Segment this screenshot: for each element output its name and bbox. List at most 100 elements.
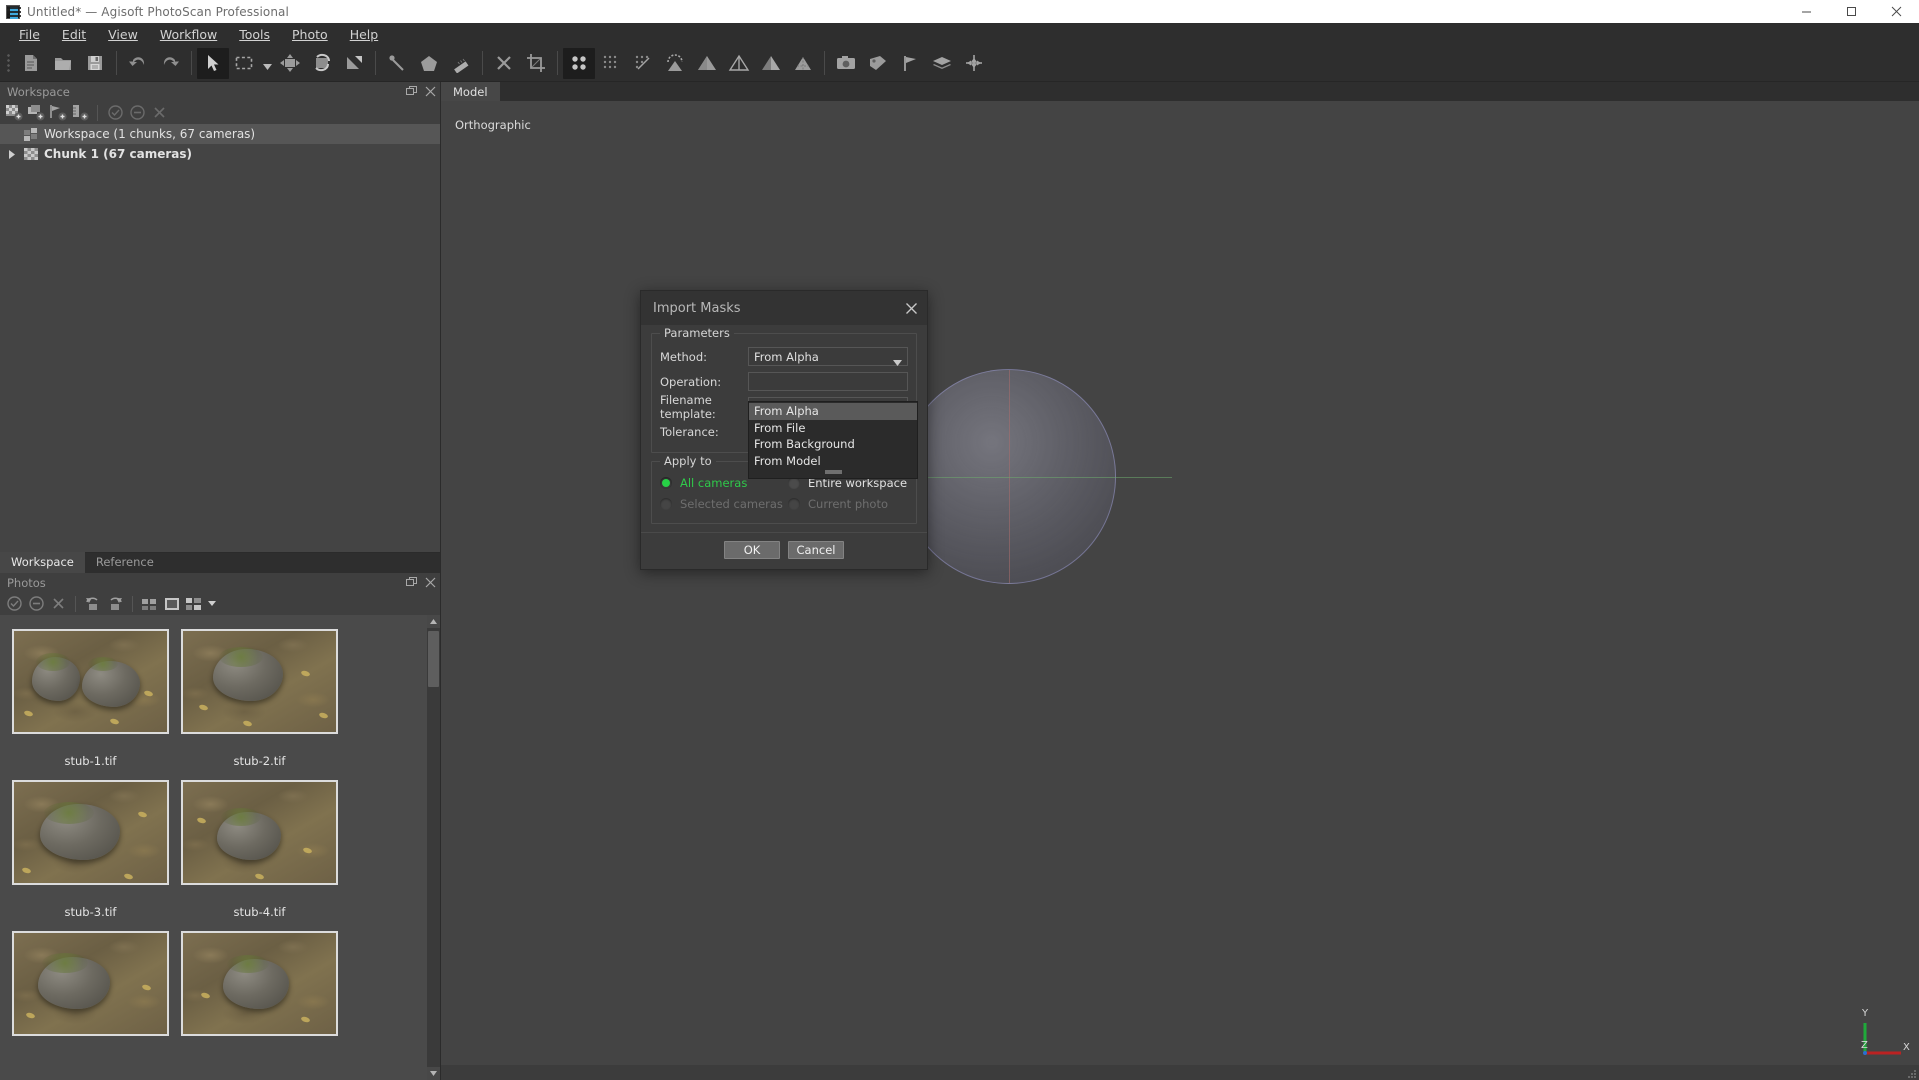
chunk-icon xyxy=(24,147,38,161)
method-combobox[interactable]: From Alpha xyxy=(748,347,908,366)
photos-remove-icon[interactable] xyxy=(48,594,68,614)
thumbnail-image[interactable] xyxy=(12,629,169,734)
thumbnail-size-icon[interactable] xyxy=(184,594,204,614)
maximize-button[interactable] xyxy=(1829,0,1874,23)
resize-region-icon[interactable] xyxy=(381,48,413,79)
resize-grip[interactable] xyxy=(1904,1066,1917,1079)
tree-item-chunk-1[interactable]: Chunk 1 (67 cameras) xyxy=(0,144,440,164)
rotate-region-icon[interactable] xyxy=(413,48,445,79)
toolbar-grip[interactable] xyxy=(4,49,13,77)
camera-icon[interactable] xyxy=(830,48,862,79)
scrollbar-thumb[interactable] xyxy=(428,631,439,687)
layers-icon[interactable] xyxy=(926,48,958,79)
thumbnail-item[interactable]: stub-3.tif xyxy=(12,780,169,919)
dropdown-option-from-background[interactable]: From Background xyxy=(749,436,917,453)
rectangle-selection-icon[interactable] xyxy=(229,48,261,79)
menu-view[interactable]: View xyxy=(97,24,149,45)
operation-combobox[interactable] xyxy=(748,372,908,391)
mesh-confidence-icon[interactable] xyxy=(755,48,787,79)
ok-button[interactable]: OK xyxy=(724,541,780,559)
chevron-right-icon[interactable] xyxy=(6,149,18,159)
scale-object-icon[interactable] xyxy=(338,48,370,79)
thumbnail-item[interactable]: stub-4.tif xyxy=(181,780,338,919)
status-bar xyxy=(441,1065,1919,1080)
photos-scrollbar[interactable] xyxy=(427,615,440,1080)
close-button[interactable] xyxy=(1874,0,1919,23)
photo-align-icon[interactable] xyxy=(862,48,894,79)
menu-tools[interactable]: Tools xyxy=(228,24,281,45)
projection-label: Orthographic xyxy=(455,118,531,132)
workspace-close-icon[interactable] xyxy=(425,86,436,97)
tab-reference[interactable]: Reference xyxy=(85,552,165,573)
point-cloud-icon[interactable] xyxy=(563,47,595,79)
reset-region-icon[interactable] xyxy=(445,48,477,79)
model-viewport[interactable]: Orthographic Y X Z xyxy=(441,101,1919,1065)
mesh-solid-icon[interactable] xyxy=(691,48,723,79)
menu-photo[interactable]: Photo xyxy=(281,24,339,45)
selection-dropdown-caret-icon[interactable] xyxy=(261,48,274,79)
dense-cloud-icon[interactable] xyxy=(595,48,627,79)
tree-item-workspace-label: Workspace (1 chunks, 67 cameras) xyxy=(44,127,256,141)
navigation-arrow-icon[interactable] xyxy=(197,47,229,79)
add-chunk-icon[interactable] xyxy=(4,103,24,123)
thumbnail-item[interactable] xyxy=(12,931,169,1036)
add-scalebar-icon[interactable] xyxy=(70,103,90,123)
rotate-right-icon[interactable] xyxy=(105,594,125,614)
scroll-down-icon[interactable] xyxy=(427,1067,440,1080)
dropdown-option-from-alpha[interactable]: From Alpha xyxy=(749,403,917,420)
mesh-textured-icon[interactable] xyxy=(787,48,819,79)
add-markers-icon[interactable] xyxy=(48,103,68,123)
photos-enable-icon[interactable] xyxy=(4,594,24,614)
save-project-icon[interactable] xyxy=(79,48,111,79)
thumbnail-image[interactable] xyxy=(181,629,338,734)
redo-icon[interactable] xyxy=(154,48,186,79)
photo-single-icon[interactable] xyxy=(162,594,182,614)
compare-icon[interactable] xyxy=(140,594,160,614)
open-project-icon[interactable] xyxy=(47,48,79,79)
tab-model[interactable]: Model xyxy=(441,82,500,101)
photos-thumbnail-grid[interactable]: stub-1.tif stub-2.tif stub-3.tif stub-4.… xyxy=(0,615,440,1080)
thumbnail-image[interactable] xyxy=(181,780,338,885)
menu-file[interactable]: File xyxy=(8,24,51,45)
dropdown-option-from-file[interactable]: From File xyxy=(749,420,917,437)
thumbnail-image[interactable] xyxy=(12,931,169,1036)
crop-selection-icon[interactable] xyxy=(520,48,552,79)
workspace-tree[interactable]: Workspace (1 chunks, 67 cameras) Chunk 1… xyxy=(0,124,440,552)
classified-cloud-icon[interactable] xyxy=(627,48,659,79)
minimize-button[interactable] xyxy=(1784,0,1829,23)
marker-flag-icon[interactable] xyxy=(894,48,926,79)
scroll-up-icon[interactable] xyxy=(427,615,440,628)
chevron-down-icon xyxy=(893,355,902,369)
photos-disable-icon[interactable] xyxy=(26,594,46,614)
menu-edit[interactable]: Edit xyxy=(51,24,97,45)
workspace-undock-icon[interactable] xyxy=(406,86,417,97)
dropdown-option-from-model[interactable]: From Model xyxy=(749,453,917,470)
thumbnail-item[interactable]: stub-2.tif xyxy=(181,629,338,768)
undo-icon[interactable] xyxy=(122,48,154,79)
tab-workspace[interactable]: Workspace xyxy=(0,552,85,573)
apply-to-legend: Apply to xyxy=(660,454,716,468)
photos-undock-icon[interactable] xyxy=(406,577,417,588)
thumbnail-item[interactable]: stub-1.tif xyxy=(12,629,169,768)
photos-close-icon[interactable] xyxy=(425,577,436,588)
rotate-object-icon[interactable] xyxy=(306,48,338,79)
move-object-icon[interactable] xyxy=(274,48,306,79)
dialog-close-button[interactable] xyxy=(901,298,921,318)
reset-view-icon[interactable] xyxy=(958,48,990,79)
delete-selection-icon[interactable] xyxy=(488,48,520,79)
method-dropdown-list[interactable]: From Alpha From File From Background Fro… xyxy=(748,401,918,479)
mesh-wireframe-icon[interactable] xyxy=(723,48,755,79)
thumbnail-image[interactable] xyxy=(12,780,169,885)
tree-item-workspace[interactable]: Workspace (1 chunks, 67 cameras) xyxy=(0,124,440,144)
thumbnail-image[interactable] xyxy=(181,931,338,1036)
mesh-shaded-icon[interactable] xyxy=(659,48,691,79)
cancel-button[interactable]: Cancel xyxy=(788,541,844,559)
menu-workflow[interactable]: Workflow xyxy=(149,24,228,45)
thumbnail-item[interactable] xyxy=(181,931,338,1036)
menu-help[interactable]: Help xyxy=(339,24,390,45)
region-sphere[interactable] xyxy=(847,369,1172,584)
rotate-left-icon[interactable] xyxy=(83,594,103,614)
add-photos-icon[interactable] xyxy=(26,103,46,123)
new-project-icon[interactable] xyxy=(15,48,47,79)
thumbnail-dropdown-caret-icon[interactable] xyxy=(206,594,217,614)
